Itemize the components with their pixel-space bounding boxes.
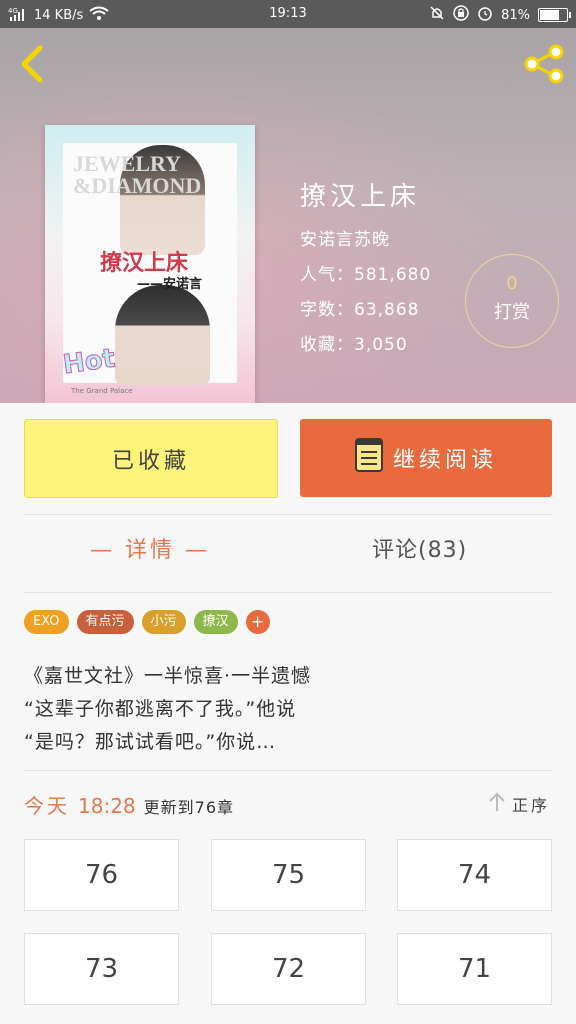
add-tag-button[interactable]: + bbox=[245, 610, 270, 634]
divider bbox=[24, 770, 552, 771]
update-day: 今天 bbox=[24, 794, 70, 818]
book-title: 撩汉上床 bbox=[300, 182, 421, 212]
share-button[interactable] bbox=[520, 42, 568, 90]
update-text: 更新到76章 bbox=[143, 798, 235, 817]
divider bbox=[24, 514, 552, 515]
battery-percent: 81% bbox=[501, 7, 530, 23]
book-icon bbox=[354, 438, 383, 478]
book-description[interactable]: 《嘉世文社》一半惊喜·一半遗憾 “这辈子你都逃离不了我。”他说 “是吗？那试试看… bbox=[24, 660, 552, 759]
book-info: 撩汉上床 安诺言苏晚 人气：581,680 字数：63,868 收藏：3,050 bbox=[300, 176, 431, 365]
chapter-button[interactable]: 74 bbox=[397, 839, 552, 911]
tag-item[interactable]: 有点污 bbox=[76, 610, 134, 634]
reward-label: 打赏 bbox=[494, 302, 530, 323]
cover-english-text: JEWELRY &DIAMOND bbox=[73, 151, 202, 198]
chapter-button[interactable]: 76 bbox=[24, 839, 179, 911]
tag-item[interactable]: 撩汉 bbox=[193, 610, 238, 634]
chapter-button[interactable]: 73 bbox=[24, 933, 179, 1005]
cover-author: ——安诺言 bbox=[137, 277, 203, 292]
book-header: JEWELRY &DIAMOND 撩汉上床 ——安诺言 Hot The Gran… bbox=[0, 28, 576, 403]
lock-rotation-icon bbox=[453, 5, 469, 25]
reward-button[interactable]: 0 打赏 bbox=[465, 254, 559, 348]
cover-figure bbox=[115, 285, 210, 385]
sort-label: 正序 bbox=[511, 796, 550, 815]
battery-icon bbox=[538, 8, 571, 22]
continue-reading-button[interactable]: 继续阅读 bbox=[300, 419, 552, 497]
reward-count: 0 bbox=[506, 273, 518, 294]
continue-reading-label: 继续阅读 bbox=[392, 448, 497, 473]
update-info: 今天 18:28 更新到76章 bbox=[24, 790, 234, 819]
chapter-button[interactable]: 71 bbox=[397, 933, 552, 1005]
back-button[interactable] bbox=[12, 42, 52, 90]
tag-item[interactable]: EXO bbox=[24, 610, 69, 634]
tab-details[interactable]: — 详情 — bbox=[90, 532, 210, 576]
divider bbox=[24, 592, 552, 593]
book-word-count: 字数：63,868 bbox=[300, 300, 420, 320]
update-time: 18:28 bbox=[78, 794, 136, 818]
book-favorites: 收藏：3,050 bbox=[300, 335, 408, 355]
mute-icon bbox=[429, 5, 445, 25]
book-cover[interactable]: JEWELRY &DIAMOND 撩汉上床 ——安诺言 Hot The Gran… bbox=[45, 125, 255, 403]
share-icon bbox=[522, 44, 566, 88]
book-author[interactable]: 安诺言苏晚 bbox=[300, 225, 431, 250]
chapter-button[interactable]: 72 bbox=[211, 933, 366, 1005]
description-line: “这辈子你都逃离不了我。”他说 bbox=[24, 698, 297, 720]
collected-button[interactable]: 已收藏 bbox=[24, 419, 278, 498]
chevron-left-icon bbox=[18, 44, 46, 88]
chapter-button[interactable]: 75 bbox=[211, 839, 366, 911]
alarm-icon bbox=[477, 5, 493, 25]
arrow-up-icon bbox=[488, 792, 506, 816]
book-popularity: 人气：581,680 bbox=[300, 265, 432, 285]
description-line: “是吗？那试试看吧。”你说… bbox=[24, 731, 277, 753]
status-bar: 4G 14 KB/s 19:13 81% bbox=[0, 0, 576, 28]
tab-comments[interactable]: 评论(83) bbox=[372, 532, 467, 576]
tag-item[interactable]: 小污 bbox=[141, 610, 186, 634]
sort-order-button[interactable]: 正序 bbox=[488, 792, 550, 816]
collected-label: 已收藏 bbox=[111, 448, 190, 474]
tag-list: EXO 有点污 小污 撩汉 + bbox=[24, 610, 270, 634]
cover-publisher: The Grand Palace bbox=[71, 387, 133, 395]
description-line: 《嘉世文社》一半惊喜·一半遗憾 bbox=[24, 665, 312, 687]
